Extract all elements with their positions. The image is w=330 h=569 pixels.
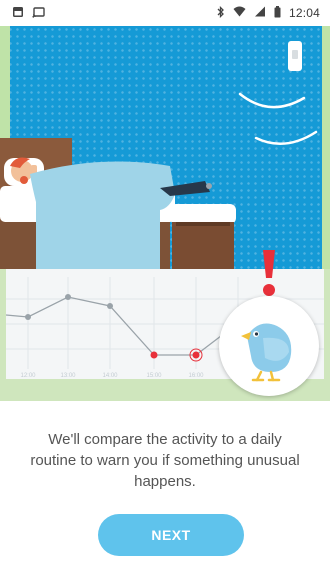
status-bar-right: 12:04 [217, 5, 320, 21]
x-label: 12:00 [20, 373, 36, 379]
bird-icon [241, 323, 292, 382]
activity-points [25, 294, 203, 362]
status-bar-left [12, 6, 45, 21]
bluetooth-icon [217, 5, 225, 21]
blanket [30, 161, 175, 284]
x-label: 15:00 [146, 373, 162, 379]
battery-icon [274, 5, 281, 21]
wifi-icon [233, 6, 246, 20]
foot-detail [206, 183, 212, 189]
chart-point [65, 294, 71, 300]
motion-sensor-icon [288, 41, 302, 71]
x-label: 13:00 [60, 373, 76, 379]
x-label: 14:00 [102, 373, 118, 379]
onboarding-message: We'll compare the activity to a daily ro… [30, 431, 300, 490]
chart-x-labels: 12:00 13:00 14:00 15:00 16:00 [20, 373, 204, 379]
activity-line [6, 296, 239, 356]
onboarding-content: We'll compare the activity to a daily ro… [0, 401, 330, 569]
chart-point [25, 314, 31, 320]
gallery-icon [12, 6, 24, 21]
chart-point-alert [192, 351, 200, 359]
onboarding-illustration: 12:00 13:00 14:00 15:00 16:00 [0, 26, 330, 401]
chart-point [107, 303, 113, 309]
status-bar: 12:04 [0, 0, 330, 26]
sensor-signal-waves [238, 92, 318, 145]
x-label: 16:00 [188, 373, 204, 379]
cast-icon [32, 6, 45, 21]
next-button[interactable]: NEXT [98, 514, 244, 556]
chart-point-alert [150, 351, 158, 359]
signal-icon [254, 6, 266, 20]
bird-avatar [219, 296, 319, 396]
status-time: 12:04 [288, 6, 320, 20]
